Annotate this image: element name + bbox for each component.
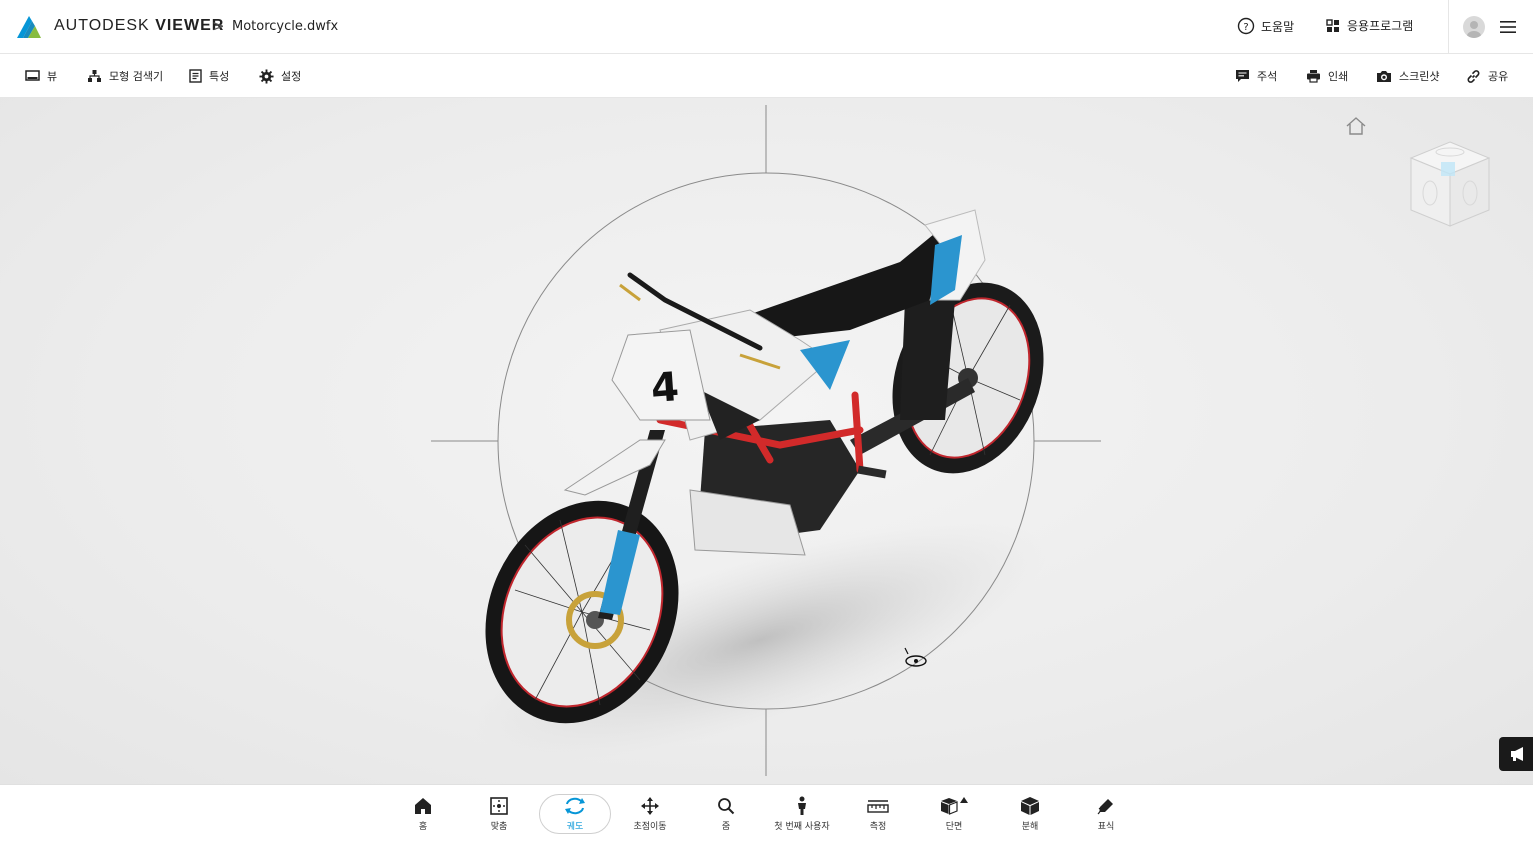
apps-button[interactable]: 응용프로그램 xyxy=(1325,17,1413,34)
brand-title: AUTODESK VIEWER xyxy=(54,17,225,34)
help-icon: ? xyxy=(1237,17,1255,35)
nav-zoom-button[interactable]: 줌 xyxy=(691,795,761,839)
nav-first-person-label: 첫 번째 사용자 xyxy=(774,822,830,832)
nav-markup-button[interactable]: 표식 xyxy=(1071,795,1141,839)
nav-measure-label: 측정 xyxy=(869,822,887,832)
fit-icon xyxy=(490,797,508,815)
feedback-button[interactable] xyxy=(1499,737,1533,771)
viewcube-icon[interactable] xyxy=(1405,138,1495,230)
nav-markup-label: 표식 xyxy=(1097,822,1115,832)
nav-section-label: 단면 xyxy=(945,822,963,832)
breadcrumb-separator: > xyxy=(212,17,225,35)
avatar[interactable] xyxy=(1463,16,1485,38)
svg-text:4: 4 xyxy=(649,364,680,412)
model-browser-button[interactable]: 모형 검색기 xyxy=(87,68,163,84)
nav-first-person-button[interactable]: 첫 번째 사용자 xyxy=(767,795,837,839)
pan-icon xyxy=(641,797,659,815)
model-scene[interactable]: 4 xyxy=(0,98,1533,784)
megaphone-icon xyxy=(1511,747,1523,761)
svg-text:?: ? xyxy=(1243,22,1248,33)
home-icon xyxy=(415,798,431,814)
camera-icon xyxy=(1377,71,1391,82)
nav-home-label: 홈 xyxy=(418,822,428,832)
nav-pan-button[interactable]: 초점이동 xyxy=(615,795,685,839)
view-menu-label: 뷰 xyxy=(47,70,58,83)
print-icon xyxy=(1307,70,1320,83)
nav-fit-label: 맞춤 xyxy=(490,822,508,832)
properties-label: 특성 xyxy=(209,70,230,83)
viewer-app: { "header": { "brand_light": "AUTODESK",… xyxy=(0,0,1533,844)
gear-icon xyxy=(259,68,274,84)
bottom-navigation-bar: 홈 맞춤 궤도 초점이동 줌 첫 번째 사용자 측정 단면 분해 표식 xyxy=(0,784,1533,844)
nav-explode-button[interactable]: 분해 xyxy=(995,795,1065,839)
nav-home-button[interactable]: 홈 xyxy=(388,795,458,839)
print-button[interactable]: 인쇄 xyxy=(1306,68,1348,84)
comments-label: 주석 xyxy=(1257,70,1278,83)
share-button[interactable]: 공유 xyxy=(1466,68,1508,84)
nav-fit-button[interactable]: 맞춤 xyxy=(464,795,534,839)
autodesk-logo-icon[interactable] xyxy=(17,16,41,38)
apps-grid-icon xyxy=(1326,18,1339,32)
hamburger-menu-icon[interactable] xyxy=(1500,20,1516,34)
app-header: AUTODESK VIEWER > Motorcycle.dwfx ? 도움말 … xyxy=(0,0,1533,54)
view-menu-button[interactable]: 뷰 xyxy=(25,68,57,84)
comment-icon xyxy=(1236,70,1249,82)
apps-label: 응용프로그램 xyxy=(1347,19,1414,33)
properties-button[interactable]: 특성 xyxy=(189,68,229,84)
share-label: 공유 xyxy=(1488,70,1509,83)
monitor-icon xyxy=(25,70,40,81)
settings-button[interactable]: 설정 xyxy=(259,68,301,84)
properties-icon xyxy=(189,69,202,83)
nav-pan-label: 초점이동 xyxy=(633,822,667,832)
nav-orbit-label: 궤도 xyxy=(566,822,584,832)
nav-section-button[interactable]: 단면 xyxy=(919,795,989,839)
nav-orbit-button[interactable]: 궤도 xyxy=(539,794,611,834)
link-icon xyxy=(1467,69,1480,83)
hierarchy-icon xyxy=(88,70,101,82)
print-label: 인쇄 xyxy=(1328,70,1349,83)
help-button[interactable]: ? 도움말 xyxy=(1237,17,1294,35)
person-icon xyxy=(798,796,806,815)
settings-label: 설정 xyxy=(281,70,302,83)
markup-icon xyxy=(1097,799,1113,815)
zoom-icon xyxy=(718,798,735,815)
home-view-icon[interactable] xyxy=(1345,116,1367,136)
orbit-icon xyxy=(565,797,585,815)
nav-measure-button[interactable]: 측정 xyxy=(843,795,913,839)
comments-button[interactable]: 주석 xyxy=(1235,68,1277,84)
ruler-icon xyxy=(867,800,889,813)
model-browser-label: 모형 검색기 xyxy=(109,70,164,83)
3d-viewport[interactable]: 4 xyxy=(0,98,1533,784)
section-icon xyxy=(941,797,968,815)
nav-explode-label: 분해 xyxy=(1021,822,1039,832)
user-avatar-icon xyxy=(1467,21,1481,38)
nav-zoom-label: 줌 xyxy=(721,822,731,832)
top-toolbar: 뷰 모형 검색기 특성 설정 주석 인쇄 스크린샷 공유 xyxy=(0,55,1533,98)
help-label: 도움말 xyxy=(1261,19,1295,34)
file-name: Motorcycle.dwfx xyxy=(232,19,339,34)
explode-icon xyxy=(1021,797,1039,815)
screenshot-button[interactable]: 스크린샷 xyxy=(1376,68,1439,84)
header-divider xyxy=(1448,0,1449,54)
screenshot-label: 스크린샷 xyxy=(1399,70,1440,83)
